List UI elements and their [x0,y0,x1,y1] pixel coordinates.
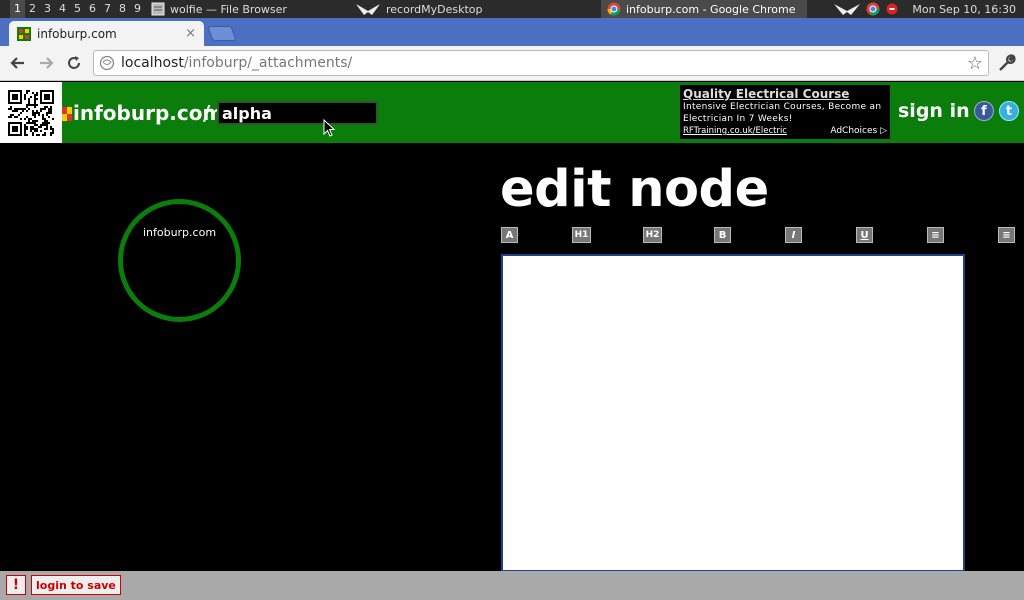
workspace-4[interactable]: 4 [55,0,70,18]
task-chrome[interactable]: infoburp.com - Google Chrome [601,0,807,18]
tab-infoburp[interactable]: infoburp.com × [9,21,204,46]
ad-banner[interactable]: Quality Electrical Course Intensive Elec… [680,85,890,139]
record-tray-icon[interactable] [833,2,861,16]
task-label: recordMyDesktop [386,2,483,16]
heading1-button[interactable]: H1 [572,227,591,243]
page-title: edit node [500,160,769,219]
node-label: infoburp.com [142,226,217,239]
infoburp-favicon-icon [17,26,31,41]
italic-button[interactable]: I [785,227,802,243]
task-file-browser[interactable]: wolfie — File Browser [145,0,349,18]
site-logo-icon [62,106,72,121]
arrow-right-icon [40,57,54,69]
workspace-8[interactable]: 8 [115,0,130,18]
file-browser-icon [151,2,165,16]
chrome-icon [607,2,621,16]
ad-link[interactable]: RFTraining.co.uk/Electric [683,126,787,136]
list-button[interactable]: ≡ [927,227,944,243]
menu-corner [0,0,10,18]
path-separator: / [203,101,211,125]
task-label: wolfie — File Browser [170,2,287,16]
system-taskbar: 1 2 3 4 5 6 7 8 9 wolfie — File Browser … [0,0,1024,18]
mouse-cursor-icon [323,119,336,137]
bookmark-star-icon[interactable]: ☆ [967,53,983,74]
ad-body: Intensive Electrician Courses, Become an… [683,102,882,124]
workspace-6[interactable]: 6 [85,0,100,18]
clock: Mon Sep 10, 16:30 [912,2,1016,16]
heading2-button[interactable]: H2 [643,227,662,243]
close-icon[interactable]: × [185,26,196,41]
task-label: infoburp.com - Google Chrome [626,2,796,16]
record-icon [355,2,381,16]
chrome-tray-icon[interactable] [866,2,880,16]
qr-code-image [0,82,62,143]
reload-button[interactable] [60,49,88,77]
workspace-3[interactable]: 3 [40,0,55,18]
ad-choices[interactable]: AdChoices ▷ [830,126,887,136]
status-bar: ! login to save [0,571,1024,600]
node-circle[interactable]: infoburp.com [118,199,241,322]
record-stop-icon[interactable] [885,2,899,16]
warning-icon: ! [6,575,26,595]
site-name-link[interactable]: infoburp.com [73,101,223,125]
bold-button[interactable]: B [714,227,731,243]
list-alt-button[interactable]: ≡ [998,227,1015,243]
login-to-save-button[interactable]: login to save [31,575,121,595]
tab-strip: infoburp.com × [0,18,1024,46]
reload-icon [68,56,80,69]
task-recordmydesktop[interactable]: recordMyDesktop [349,0,601,18]
workspace-5[interactable]: 5 [70,0,85,18]
wrench-icon[interactable] [994,50,1020,76]
back-button[interactable] [4,49,32,77]
sign-in-label: sign in : [898,100,984,122]
url-host: localhost [121,55,184,71]
workspace-1[interactable]: 1 [10,0,25,18]
address-bar[interactable]: localhost/infoburp/_attachments/ ☆ [93,50,989,76]
page-icon [99,55,115,71]
underline-button[interactable]: U [856,227,873,243]
tab-title: infoburp.com [37,26,117,41]
site-header: infoburp.com / Quality Electrical Course… [0,82,1024,143]
arrow-left-icon [10,57,24,69]
font-button[interactable]: A [501,227,518,243]
twitter-icon[interactable]: t [999,101,1019,121]
workspace-2[interactable]: 2 [25,0,40,18]
node-content-editor[interactable] [501,254,965,572]
ad-title[interactable]: Quality Electrical Course [683,87,887,101]
new-tab-button[interactable] [207,26,237,41]
url-path: /infoburp/_attachments/ [183,55,353,71]
workspace-9[interactable]: 9 [130,0,145,18]
workspace-7[interactable]: 7 [100,0,115,18]
facebook-icon[interactable]: f [974,101,994,121]
node-name-input[interactable] [217,101,378,125]
forward-button[interactable] [32,49,60,77]
browser-toolbar: localhost/infoburp/_attachments/ ☆ [0,46,1024,81]
